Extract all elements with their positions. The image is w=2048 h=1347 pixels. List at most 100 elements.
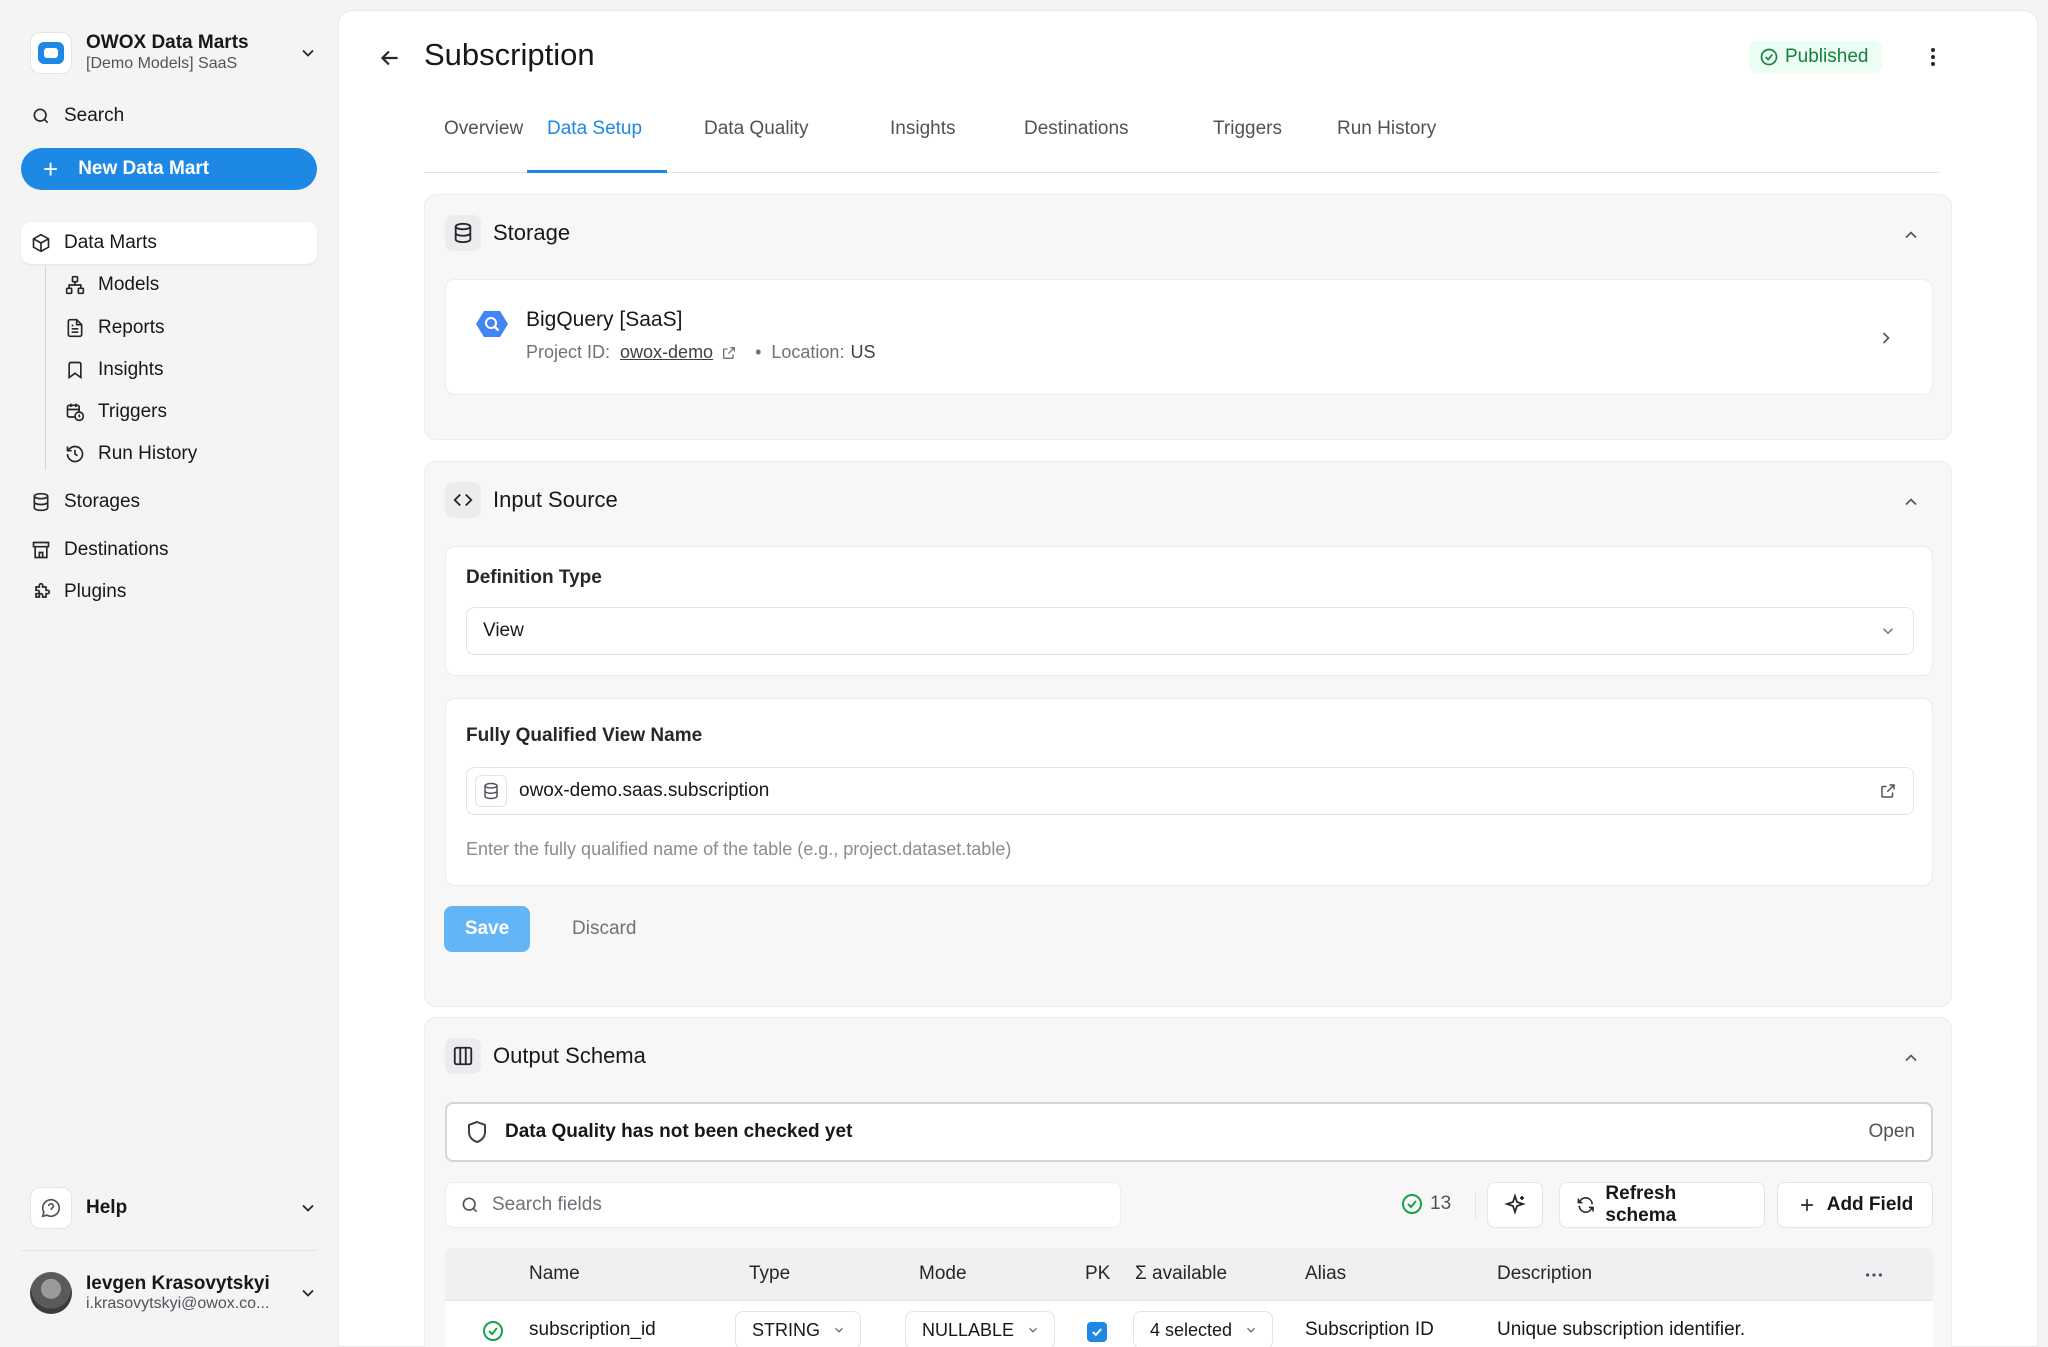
- sidebar: OWOX Data Marts [Demo Models] SaaS Searc…: [0, 0, 338, 1347]
- help-menu[interactable]: Help: [30, 1186, 318, 1230]
- chevron-up-icon[interactable]: [1901, 1048, 1921, 1068]
- search-fields-input[interactable]: Search fields: [445, 1182, 1121, 1228]
- tab-bar: Overview Data Setup Data Quality Insight…: [424, 111, 1939, 173]
- field-count-value: 13: [1430, 1193, 1452, 1214]
- sparkles-icon: [1504, 1193, 1526, 1215]
- sidebar-item-models[interactable]: Models: [64, 267, 159, 303]
- workspace-subtitle: [Demo Models] SaaS: [86, 55, 238, 72]
- sidebar-item-label: Insights: [98, 359, 164, 380]
- output-schema-header[interactable]: Output Schema: [445, 1038, 646, 1074]
- sidebar-item-data-marts[interactable]: Data Marts: [30, 225, 157, 261]
- report-icon: [64, 317, 86, 339]
- column-header-description[interactable]: Description: [1497, 1263, 1592, 1285]
- model-icon: [64, 274, 86, 296]
- user-email: i.krasovytskyi@owox.co...: [86, 1295, 270, 1312]
- sidebar-item-insights[interactable]: Insights: [64, 352, 163, 388]
- chevron-up-icon[interactable]: [1901, 225, 1921, 245]
- tab-destinations[interactable]: Destinations: [1024, 111, 1129, 173]
- external-link-icon[interactable]: [1879, 782, 1897, 800]
- add-field-label: Add Field: [1826, 1194, 1914, 1215]
- bigquery-icon: [476, 311, 508, 337]
- sidebar-item-run-history[interactable]: Run History: [64, 436, 197, 472]
- definition-type-section: Definition Type View: [445, 546, 1933, 676]
- primary-key-checkbox[interactable]: [1087, 1322, 1107, 1342]
- more-vertical-icon[interactable]: [1921, 44, 1945, 70]
- tab-overview[interactable]: Overview: [444, 111, 523, 173]
- workspace-switcher[interactable]: OWOX Data Marts [Demo Models] SaaS: [30, 30, 318, 76]
- cube-icon: [30, 232, 52, 254]
- view-name-input[interactable]: owox-demo.saas.subscription: [466, 767, 1914, 815]
- plus-icon: +: [43, 154, 59, 184]
- user-menu[interactable]: Ievgen Krasovytskyi i.krasovytskyi@owox.…: [30, 1270, 318, 1316]
- check-circle-icon: [483, 1321, 503, 1341]
- field-name[interactable]: subscription_id: [529, 1319, 656, 1341]
- sidebar-item-triggers[interactable]: Triggers: [64, 394, 167, 430]
- data-quality-open-link[interactable]: Open: [1869, 1121, 1915, 1143]
- refresh-icon: [1577, 1197, 1594, 1213]
- sidebar-item-label: Data Marts: [64, 232, 157, 253]
- location-value: US: [850, 342, 876, 362]
- sidebar-item-reports[interactable]: Reports: [64, 310, 165, 346]
- sidebar-item-storages[interactable]: Storages: [30, 484, 140, 520]
- definition-type-label: Definition Type: [466, 567, 602, 588]
- view-name-hint: Enter the fully qualified name of the ta…: [466, 839, 1012, 859]
- field-description[interactable]: Unique subscription identifier.: [1497, 1319, 1745, 1341]
- discard-button[interactable]: Discard: [572, 918, 636, 940]
- output-schema-heading: Output Schema: [493, 1043, 646, 1068]
- sidebar-item-label: Reports: [98, 317, 165, 338]
- storage-heading: Storage: [493, 220, 571, 245]
- chevron-down-icon: [835, 1327, 844, 1333]
- sidebar-item-label: Storages: [64, 491, 141, 512]
- store-icon: [30, 539, 52, 561]
- sidebar-item-destinations[interactable]: Destinations: [30, 532, 169, 568]
- chevron-up-icon[interactable]: [1901, 492, 1921, 512]
- view-name-value: owox-demo.saas.subscription: [519, 780, 770, 801]
- bookmark-icon: [64, 359, 86, 381]
- column-header-mode[interactable]: Mode: [919, 1263, 967, 1285]
- new-data-mart-label: New Data Mart: [78, 158, 210, 179]
- tab-data-quality[interactable]: Data Quality: [704, 111, 809, 173]
- search-fields-placeholder: Search fields: [492, 1194, 602, 1215]
- sidebar-item-plugins[interactable]: Plugins: [30, 574, 126, 610]
- table-row[interactable]: subscription_id STRING NULLABLE 4 select…: [445, 1300, 1933, 1347]
- save-button[interactable]: Save: [444, 906, 530, 952]
- storage-name: BigQuery [SaaS]: [526, 308, 683, 331]
- field-type-value: STRING: [752, 1319, 821, 1340]
- storage-header[interactable]: Storage: [445, 215, 570, 251]
- more-horizontal-icon[interactable]: [1863, 1264, 1885, 1286]
- check-icon: [1092, 1328, 1102, 1337]
- refresh-schema-button[interactable]: Refresh schema: [1559, 1182, 1765, 1228]
- column-header-pk[interactable]: PK: [1085, 1263, 1110, 1285]
- column-header-available[interactable]: Σ available: [1135, 1263, 1227, 1285]
- storage-item[interactable]: BigQuery [SaaS] Project ID: owox-demo • …: [445, 279, 1933, 395]
- field-type-select[interactable]: STRING: [735, 1311, 862, 1347]
- column-header-name[interactable]: Name: [529, 1263, 580, 1285]
- chevron-down-icon: [302, 1289, 314, 1297]
- field-alias[interactable]: Subscription ID: [1305, 1319, 1434, 1341]
- new-data-mart-button[interactable]: + New Data Mart: [21, 148, 317, 190]
- field-mode-select[interactable]: NULLABLE: [905, 1311, 1056, 1347]
- check-circle-icon: [1760, 48, 1778, 66]
- add-field-button[interactable]: Add Field: [1777, 1182, 1933, 1228]
- external-link-icon[interactable]: [721, 345, 737, 361]
- chevron-down-icon: [302, 49, 314, 57]
- back-arrow-icon[interactable]: [377, 45, 403, 71]
- sidebar-search[interactable]: Search: [30, 98, 124, 134]
- sidebar-item-label: Destinations: [64, 539, 169, 560]
- sidebar-item-label: Models: [98, 274, 160, 295]
- project-id-link[interactable]: owox-demo: [620, 342, 713, 363]
- tab-run-history[interactable]: Run History: [1337, 111, 1436, 173]
- column-header-alias[interactable]: Alias: [1305, 1263, 1346, 1285]
- tab-data-setup[interactable]: Data Setup: [527, 111, 667, 173]
- sidebar-item-label: Plugins: [64, 581, 127, 602]
- tab-triggers[interactable]: Triggers: [1213, 111, 1282, 173]
- ai-sparkles-button[interactable]: [1487, 1182, 1543, 1228]
- tab-insights[interactable]: Insights: [890, 111, 955, 173]
- view-name-label: Fully Qualified View Name: [466, 725, 703, 746]
- definition-type-select[interactable]: View: [466, 607, 1914, 655]
- shield-icon: [468, 1120, 486, 1144]
- column-header-type[interactable]: Type: [749, 1263, 790, 1285]
- calendar-clock-icon: [64, 401, 86, 423]
- field-available-select[interactable]: 4 selected: [1133, 1311, 1274, 1347]
- input-source-header[interactable]: Input Source: [445, 482, 618, 518]
